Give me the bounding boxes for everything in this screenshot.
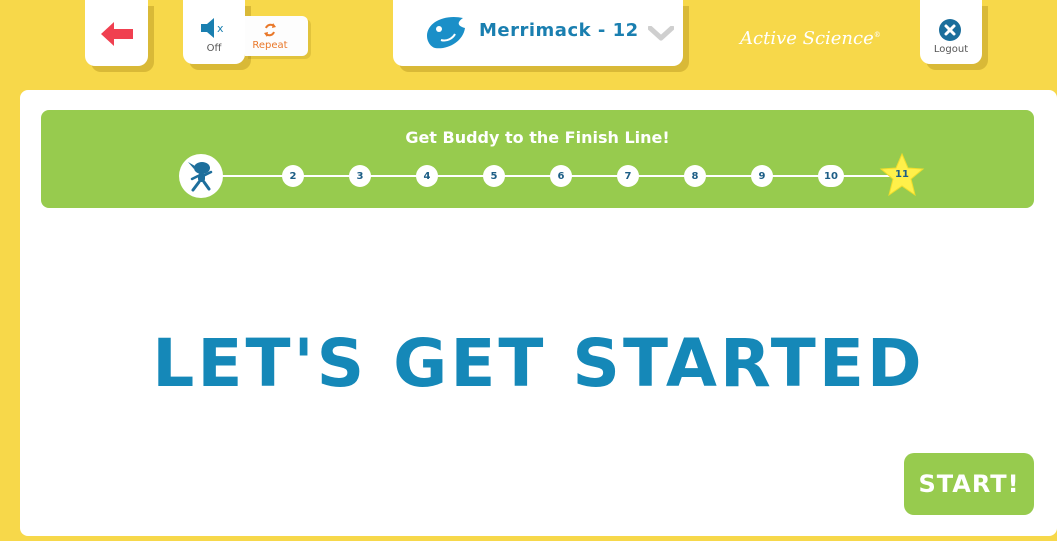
main-panel: Get Buddy to the Finish Line! 2 3 4 5 6 7 8 9 10… — [20, 90, 1057, 536]
close-icon — [939, 19, 961, 41]
fish-mascot-icon — [427, 16, 465, 49]
back-button[interactable] — [85, 0, 148, 66]
repeat-icon — [264, 23, 276, 37]
brand-logo: Active Science® — [740, 28, 881, 49]
svg-text:x: x — [217, 22, 224, 35]
user-selector[interactable]: Merrimack - 12 — [393, 0, 683, 66]
progress-step: 8 — [684, 165, 706, 187]
progress-banner: Get Buddy to the Finish Line! 2 3 4 5 6 7 8 9 10… — [41, 110, 1034, 208]
logout-button[interactable]: Logout — [920, 0, 982, 64]
logout-label: Logout — [933, 44, 969, 55]
start-button[interactable]: START! — [904, 453, 1034, 515]
progress-step: 4 — [416, 165, 438, 187]
page-headline: LET'S GET STARTED — [152, 325, 925, 402]
back-arrow-icon — [101, 22, 133, 46]
user-name: Merrimack - 12 — [479, 20, 639, 41]
progress-step: 10 — [818, 165, 844, 187]
sound-status-label: Off — [206, 43, 222, 54]
progress-step: 6 — [550, 165, 572, 187]
progress-step: 5 — [483, 165, 505, 187]
chevron-down-icon[interactable] — [648, 26, 674, 42]
progress-step: 7 — [617, 165, 639, 187]
repeat-label: Repeat — [252, 40, 288, 51]
progress-title: Get Buddy to the Finish Line! — [405, 128, 670, 147]
finish-star: 11 — [879, 152, 925, 198]
progress-step: 9 — [751, 165, 773, 187]
buddy-marker — [179, 154, 223, 198]
speaker-muted-icon: x — [201, 18, 224, 38]
progress-track — [201, 175, 891, 177]
sound-toggle-button[interactable]: x Off — [183, 0, 245, 64]
buddy-runner-icon — [188, 162, 213, 192]
progress-step: 2 — [282, 165, 304, 187]
progress-step: 3 — [349, 165, 371, 187]
finish-step-label: 11 — [895, 169, 909, 180]
repeat-button[interactable]: Repeat — [245, 16, 308, 56]
